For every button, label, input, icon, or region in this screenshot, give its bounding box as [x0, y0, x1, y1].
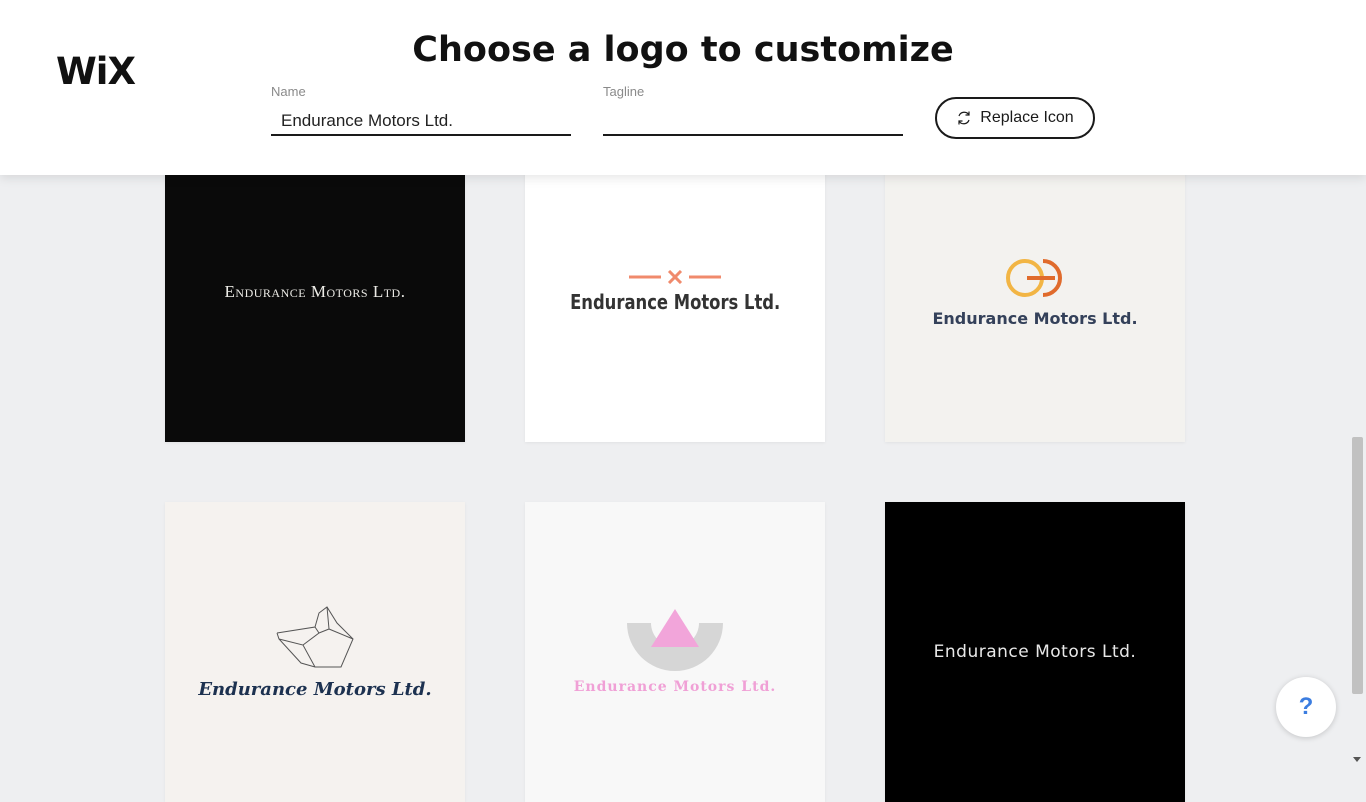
- scroll-down-icon[interactable]: [1353, 757, 1361, 762]
- logo-text: Endurance Motors Ltd.: [933, 642, 1137, 662]
- crossed-lines-icon: [629, 270, 721, 284]
- logo-card[interactable]: Endurance Motors Ltd.: [885, 502, 1185, 802]
- logo-text: Endurance Motors Ltd.: [573, 679, 777, 695]
- logo-card[interactable]: Endurance Motors Ltd.: [885, 142, 1185, 442]
- triangle-bowl-icon: [627, 609, 723, 671]
- logo-card[interactable]: Endurance Motors Ltd.: [165, 142, 465, 442]
- name-input[interactable]: [271, 108, 571, 136]
- logo-card[interactable]: Endurance Motors Ltd.: [525, 142, 825, 442]
- refresh-icon: [958, 111, 970, 125]
- tagline-input[interactable]: [603, 108, 903, 136]
- replace-icon-label: Replace Icon: [980, 109, 1074, 126]
- tagline-label: Tagline: [603, 84, 645, 99]
- logo-text: Endurance Motors Ltd.: [198, 678, 432, 700]
- help-button[interactable]: ?: [1276, 677, 1336, 737]
- logo-card[interactable]: Endurance Motors Ltd.: [525, 502, 825, 802]
- page-title: Choose a logo to customize: [412, 30, 954, 70]
- geometric-box-icon: [276, 605, 354, 667]
- header: WiX Choose a logo to customize Name Tagl…: [0, 0, 1366, 175]
- logo-text: Endurance Motors Ltd.: [224, 282, 406, 301]
- scrollbar-thumb[interactable]: [1352, 437, 1363, 694]
- help-label: ?: [1298, 693, 1314, 720]
- replace-icon-button[interactable]: Replace Icon: [935, 97, 1095, 139]
- linked-circles-icon: [1006, 258, 1062, 297]
- logo-text: Endurance Motors Ltd.: [932, 308, 1138, 328]
- name-label: Name: [271, 84, 306, 99]
- logo-text: Endurance Motors Ltd.: [569, 290, 781, 314]
- logo-card[interactable]: Endurance Motors Ltd.: [165, 502, 465, 802]
